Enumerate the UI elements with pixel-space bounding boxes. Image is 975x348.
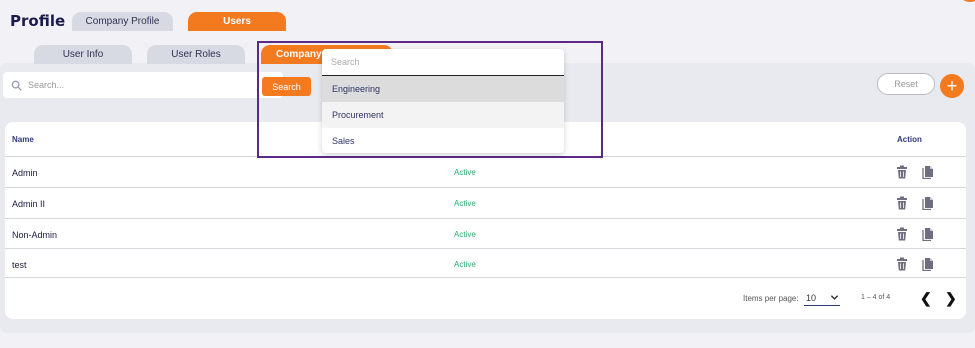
row-name: test	[12, 260, 27, 270]
document-icon[interactable]	[921, 165, 935, 179]
trash-icon[interactable]	[895, 257, 909, 271]
column-header-action: Action	[897, 135, 922, 144]
status-badge: Active	[454, 199, 476, 208]
status-badge: Active	[454, 230, 476, 239]
row-name: Non-Admin	[12, 230, 58, 240]
row-name: Admin II	[12, 199, 46, 209]
items-per-page-label: Items per page:	[743, 294, 799, 303]
trash-icon[interactable]	[895, 165, 909, 179]
document-icon[interactable]	[921, 196, 935, 210]
dropdown-option-engineering[interactable]: Engineering	[322, 76, 564, 102]
chevron-down-icon	[830, 295, 839, 300]
dropdown-search[interactable]	[322, 49, 564, 76]
add-button[interactable]: +	[940, 74, 964, 98]
search-icon	[11, 80, 22, 91]
pagination-range: 1 – 4 of 4	[861, 294, 891, 301]
trash-icon[interactable]	[895, 196, 909, 210]
tab-company-profile[interactable]: Company Profile	[72, 12, 173, 31]
tab-user-info[interactable]: User Info	[34, 45, 132, 64]
items-per-page-select[interactable]: 10	[804, 291, 840, 306]
page-title: Profile	[10, 12, 66, 30]
tab-users[interactable]: Users	[188, 12, 286, 31]
tab-user-roles[interactable]: User Roles	[147, 45, 245, 64]
user-avatar[interactable]	[960, 0, 975, 2]
dropdown-search-input[interactable]	[331, 57, 551, 67]
reset-button[interactable]: Reset	[877, 73, 935, 95]
search-field[interactable]	[3, 72, 283, 98]
company-dropdown: Engineering Procurement Sales	[322, 49, 564, 153]
status-badge: Active	[454, 260, 476, 269]
dropdown-option-procurement[interactable]: Procurement	[322, 102, 564, 128]
table-row[interactable]: Non-Admin Active	[5, 218, 966, 248]
document-icon[interactable]	[921, 227, 935, 241]
row-name: Admin	[12, 168, 38, 178]
table-row[interactable]: Admin II Active	[5, 187, 966, 217]
trash-icon[interactable]	[895, 227, 909, 241]
search-input[interactable]	[28, 80, 258, 90]
next-page-button[interactable]: ❯	[945, 290, 957, 307]
table-row[interactable]: Admin Active	[5, 156, 966, 186]
dropdown-option-sales[interactable]: Sales	[322, 128, 564, 153]
table-row[interactable]: test Active	[5, 248, 966, 278]
column-header-name[interactable]: Name	[12, 135, 34, 144]
previous-page-button[interactable]: ❮	[920, 290, 932, 307]
document-icon[interactable]	[921, 257, 935, 271]
status-badge: Active	[454, 168, 476, 177]
items-per-page-value: 10	[806, 293, 817, 303]
